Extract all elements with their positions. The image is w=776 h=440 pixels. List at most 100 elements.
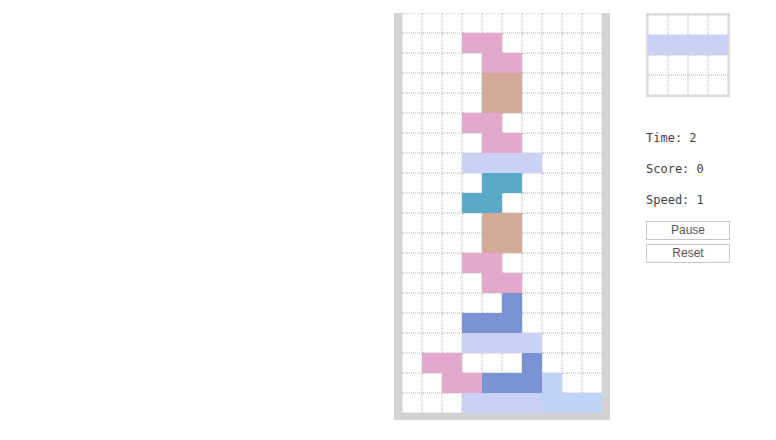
board-row [402,193,602,213]
board-cell [502,173,522,193]
board-cell [422,173,442,193]
board-cell [482,273,502,293]
board-cell [542,133,562,153]
board-cell [522,153,542,173]
board-cell [402,253,422,273]
board-cell [422,73,442,93]
button-group: Pause Reset [646,221,730,263]
board-cell [422,333,442,353]
board-cell [402,13,422,33]
board-cell [422,153,442,173]
board-cell [582,113,602,133]
board-cell [582,213,602,233]
board-cell [542,373,562,393]
board-cell [502,133,522,153]
preview-cell [668,15,688,35]
board-cell [522,373,542,393]
board-cell [502,273,522,293]
board-cell [502,193,522,213]
board-cell [422,313,442,333]
board-cell [562,253,582,273]
board-cell [482,333,502,353]
board-cell [422,293,442,313]
board-row [402,113,602,133]
board-cell [402,153,422,173]
board-cell [462,373,482,393]
board-cell [422,133,442,153]
board-row [402,393,602,413]
board-cell [522,133,542,153]
board-cell [422,233,442,253]
board-cell [422,113,442,133]
control-button[interactable]: Reset [646,244,730,263]
board-cell [522,313,542,333]
board-cell [482,233,502,253]
board-cell [522,393,542,413]
preview-cell [668,75,688,95]
preview-cell [688,15,708,35]
board-cell [522,213,542,233]
board-cell [562,53,582,73]
board-cell [582,373,602,393]
control-button[interactable]: Pause [646,221,730,240]
board-cell [462,293,482,313]
game-board [394,13,610,420]
board-cell [422,373,442,393]
board-cell [442,33,462,53]
board-cell [402,113,422,133]
board-cell [542,313,562,333]
board-cell [582,33,602,53]
board-row [402,213,602,233]
board-cell [522,93,542,113]
board-cell [522,173,542,193]
board-cell [542,273,562,293]
board-cell [562,393,582,413]
board-cell [502,293,522,313]
board-cell [462,73,482,93]
preview-cell [688,55,708,75]
board-cell [422,93,442,113]
board-cell [502,353,522,373]
preview-cell [668,55,688,75]
board-cell [522,53,542,73]
board-cell [542,293,562,313]
board-cell [482,13,502,33]
board-cell [542,73,562,93]
stat-text: Time: 2 [646,130,730,146]
preview-cell [708,15,728,35]
board-cell [582,73,602,93]
board-cell [562,73,582,93]
board-cell [442,13,462,33]
board-cell [562,213,582,233]
board-cell [482,53,502,73]
board-row [402,93,602,113]
board-cell [442,253,462,273]
board-cell [442,373,462,393]
board-cell [582,293,602,313]
board-cell [462,253,482,273]
board-cell [402,373,422,393]
board-cell [442,333,462,353]
board-cell [442,153,462,173]
board-cell [542,113,562,133]
board-cell [582,313,602,333]
board-row [402,353,602,373]
board-cell [462,13,482,33]
board-cell [582,173,602,193]
board-cell [402,393,422,413]
board-cell [402,93,422,113]
board-cell [422,393,442,413]
board-row [402,273,602,293]
board-cell [582,53,602,73]
board-cell [502,313,522,333]
board-cell [402,133,422,153]
board-cell [422,273,442,293]
board-cell [482,293,502,313]
board-cell [462,133,482,153]
stat-text: Speed: 1 [646,192,730,208]
board-cell [502,13,522,33]
board-row [402,253,602,273]
board-cell [562,293,582,313]
preview-cell [708,55,728,75]
board-row [402,153,602,173]
